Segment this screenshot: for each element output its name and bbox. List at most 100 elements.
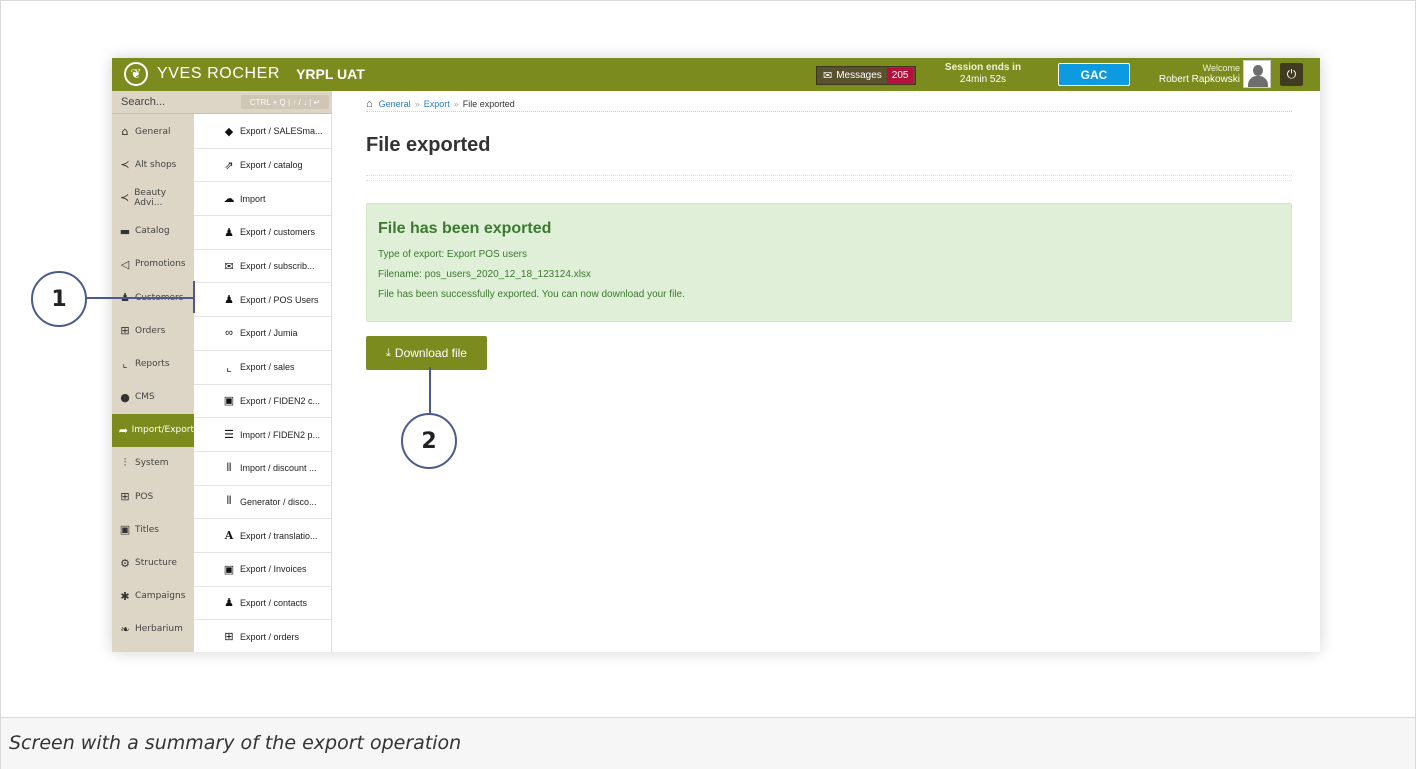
barcode-icon: ⦀: [226, 495, 232, 508]
subnav-item[interactable]: A Export / translatio...: [194, 519, 331, 553]
share-icon: ≺: [120, 191, 130, 205]
search-bar[interactable]: Search... CTRL + Q | ↑ / ↓ | ↵: [112, 91, 332, 114]
alert-export-type: Type of export: Export POS users: [378, 249, 527, 260]
session-timer: Session ends in 24min 52s: [938, 62, 1028, 86]
nav-item-beauty-advisors[interactable]: ≺ Beauty Advi...: [112, 181, 194, 214]
nav-item-alt-shops[interactable]: ≺ Alt shops: [112, 148, 194, 181]
nav-item-titles[interactable]: ▣ Titles: [112, 513, 194, 546]
nav-item-label: Reports: [135, 358, 170, 369]
subnav-item[interactable]: ✉ Export / subscrib...: [194, 250, 331, 284]
breadcrumb: ⌂ General » Export » File exported: [366, 96, 1292, 112]
page-title: File exported: [366, 134, 491, 156]
welcome-block: Welcome Robert Rapkowski: [1136, 62, 1240, 86]
megaphone-icon: ◁: [120, 257, 130, 271]
sub-nav: ◆ Export / SALESma... ⇗ Export / catalog ☁…: [194, 115, 332, 652]
cart-icon: ⊞: [224, 631, 234, 644]
nav-item-reports[interactable]: ⌞ Reports: [112, 347, 194, 380]
download-file-button[interactable]: ⤓ Download file: [366, 336, 487, 370]
subnav-item-label: Export / customers: [240, 227, 316, 238]
subnav-item[interactable]: ⦀ Generator / disco...: [194, 486, 331, 520]
nav-item-campaigns[interactable]: ✱ Campaigns: [112, 580, 194, 613]
subnav-item-pos-users[interactable]: ♟ Export / POS Users: [194, 283, 331, 318]
subnav-item-label: Export / contacts: [240, 597, 308, 608]
cart-icon: ⊞: [120, 490, 130, 504]
subnav-item-label: Export / catalog: [240, 160, 303, 171]
alert-filename: Filename: pos_users_2020_12_18_123124.xl…: [378, 269, 591, 280]
nav-item-orders[interactable]: ⊞ Orders: [112, 314, 194, 347]
callout-1-connector-tick: [193, 281, 195, 313]
top-bar: ❦ YVES ROCHER YRPL UAT ✉ Messages 205 Se…: [112, 58, 1320, 91]
folder-icon: ▬: [119, 224, 131, 238]
nav-item-general[interactable]: ⌂ General: [112, 115, 194, 148]
subnav-item[interactable]: ♟ Export / customers: [194, 216, 331, 250]
subnav-item[interactable]: ⇗ Export / catalog: [194, 149, 331, 183]
subnav-item[interactable]: ◆ Export / SALESma...: [194, 115, 331, 149]
nav-item-label: CMS: [135, 392, 155, 403]
subnav-item[interactable]: ⦀ Import / discount ...: [194, 452, 331, 486]
callout-2: 2: [401, 413, 457, 469]
user-name: Robert Rapkowski: [1158, 74, 1240, 85]
nav-item-label: Alt shops: [135, 159, 177, 170]
globe-icon: ●: [120, 390, 130, 404]
nav-item-label: System: [135, 458, 169, 469]
breadcrumb-general[interactable]: General: [379, 99, 411, 109]
share-square-icon: ⇗: [224, 159, 234, 172]
gac-button[interactable]: GAC: [1058, 63, 1130, 86]
title-divider: [366, 175, 1292, 181]
nav-item-pos[interactable]: ⊞ POS: [112, 480, 194, 513]
subnav-item[interactable]: ▣ Export / Invoices: [194, 553, 331, 587]
subnav-item[interactable]: ▣ Export / FIDEN2 c...: [194, 385, 331, 419]
search-input[interactable]: Search...: [121, 96, 165, 108]
brand[interactable]: ❦ YVES ROCHER YRPL UAT: [124, 62, 365, 86]
avatar-body: [1248, 76, 1268, 87]
subnav-item[interactable]: ∞ Export / Jumia: [194, 317, 331, 351]
nav-item-herbarium[interactable]: ❧ Herbarium: [112, 613, 194, 646]
subnav-item[interactable]: ☰ Import / FIDEN2 p...: [194, 418, 331, 452]
breadcrumb-separator: »: [414, 98, 420, 109]
chart-icon: ⌞: [226, 361, 232, 374]
nav-item-label: POS: [135, 491, 154, 502]
nav-item-catalog[interactable]: ▬ Catalog: [112, 215, 194, 248]
callout-2-connector: [429, 367, 431, 413]
nav-item-label: Catalog: [135, 226, 170, 237]
nav-item-system[interactable]: ⫶ System: [112, 447, 194, 480]
nav-item-import-export[interactable]: ➦ Import/Export: [112, 413, 194, 447]
nav-item-label: Orders: [135, 325, 166, 336]
subnav-item[interactable]: ⊞ Export / orders: [194, 620, 331, 652]
callout-1-connector: [85, 297, 195, 299]
nav-item-cms[interactable]: ● CMS: [112, 381, 194, 414]
home-icon[interactable]: ⌂: [366, 98, 373, 110]
subnav-item-label: Export / subscrib...: [240, 261, 315, 272]
figure-frame: ❦ YVES ROCHER YRPL UAT ✉ Messages 205 Se…: [0, 0, 1416, 769]
download-icon: ⤓: [386, 346, 391, 359]
nav-item-label: Titles: [135, 524, 159, 535]
messages-button[interactable]: ✉ Messages 205: [816, 66, 917, 85]
alert-status: File has been successfully exported. You…: [378, 289, 685, 300]
nav-item-label: General: [135, 126, 171, 137]
home-icon: ⌂: [121, 125, 129, 139]
subnav-item-label: Import / FIDEN2 p...: [240, 429, 321, 440]
nav-item-promotions[interactable]: ◁ Promotions: [112, 248, 194, 281]
avatar[interactable]: [1243, 60, 1271, 88]
subnav-item[interactable]: ⌞ Export / sales: [194, 351, 331, 385]
envelope-icon: ✉: [224, 260, 234, 273]
messages-label: Messages: [836, 70, 882, 81]
users-icon: ♟: [224, 597, 234, 610]
chart-icon: ⌞: [122, 357, 128, 371]
logout-button[interactable]: ⏻: [1280, 63, 1303, 86]
breadcrumb-export[interactable]: Export: [424, 99, 450, 109]
caption-area: Screen with a summary of the export oper…: [1, 717, 1415, 769]
subnav-item[interactable]: ☁ Import: [194, 182, 331, 217]
barcode-icon: ⦀: [226, 461, 232, 474]
subnav-item-label: Export / translatio...: [240, 530, 318, 541]
leaf-icon: ❧: [120, 622, 130, 636]
subnav-item[interactable]: ♟ Export / contacts: [194, 587, 331, 621]
breadcrumb-separator: »: [453, 98, 459, 109]
nav-item-label: Herbarium: [135, 624, 183, 635]
welcome-label: Welcome: [1202, 63, 1240, 73]
app-window: ❦ YVES ROCHER YRPL UAT ✉ Messages 205 Se…: [112, 58, 1320, 652]
link-icon: ∞: [225, 327, 233, 340]
share-icon: ≺: [120, 158, 130, 172]
nav-item-structure[interactable]: ⚙ Structure: [112, 546, 194, 579]
session-time: 24min 52s: [959, 74, 1007, 85]
